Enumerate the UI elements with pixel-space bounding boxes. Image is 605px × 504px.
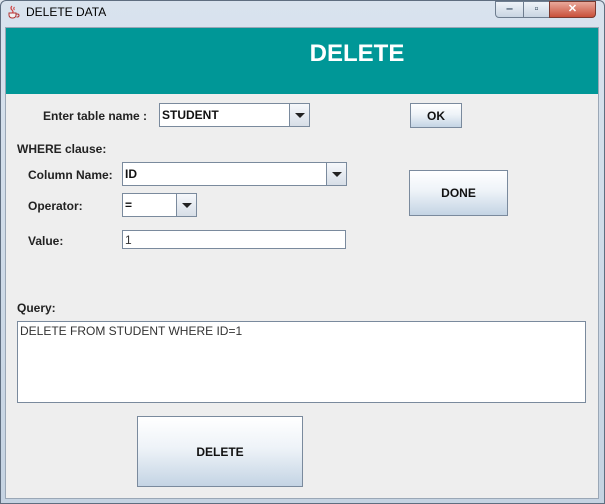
close-button[interactable]: ✕ — [549, 1, 596, 18]
query-text: DELETE FROM STUDENT WHERE ID=1 — [20, 324, 243, 338]
chevron-down-icon[interactable] — [289, 104, 309, 126]
content-panel: DELETE Enter table name : STUDENT OK WHE… — [5, 27, 599, 499]
value-field-text: 1 — [125, 233, 132, 247]
column-name-label: Column Name: — [28, 168, 113, 182]
table-name-label: Enter table name : — [43, 109, 148, 123]
ok-button[interactable]: OK — [410, 103, 462, 128]
header-banner: DELETE — [6, 28, 598, 94]
window-title: DELETE DATA — [26, 5, 107, 19]
column-name-value: ID — [125, 167, 137, 181]
minimize-button[interactable]: ‒ — [495, 1, 524, 18]
delete-data-window: DELETE DATA ‒ ▫ ✕ DELETE Enter table nam… — [0, 0, 605, 504]
query-label: Query: — [17, 301, 56, 315]
table-name-value: STUDENT — [162, 108, 219, 122]
maximize-icon: ▫ — [534, 3, 539, 15]
done-button[interactable]: DONE — [409, 170, 508, 216]
table-name-combo[interactable]: STUDENT — [159, 103, 310, 127]
chevron-down-icon[interactable] — [176, 194, 196, 216]
where-clause-label: WHERE clause: — [17, 142, 107, 156]
delete-button[interactable]: DELETE — [137, 416, 303, 487]
column-name-combo[interactable]: ID — [122, 162, 347, 186]
query-textarea[interactable]: DELETE FROM STUDENT WHERE ID=1 — [17, 321, 586, 403]
minimize-icon: ‒ — [506, 3, 513, 15]
title-bar[interactable]: DELETE DATA ‒ ▫ ✕ — [1, 1, 604, 23]
chevron-down-icon[interactable] — [326, 163, 346, 185]
operator-label: Operator: — [28, 199, 83, 213]
java-coffee-icon — [8, 5, 20, 19]
header-title: DELETE — [309, 40, 405, 67]
maximize-button[interactable]: ▫ — [523, 1, 550, 18]
operator-value: = — [125, 198, 133, 212]
close-icon: ✕ — [567, 3, 578, 15]
operator-combo[interactable]: = — [122, 193, 197, 217]
value-field[interactable]: 1 — [122, 230, 346, 249]
value-label: Value: — [28, 234, 64, 248]
